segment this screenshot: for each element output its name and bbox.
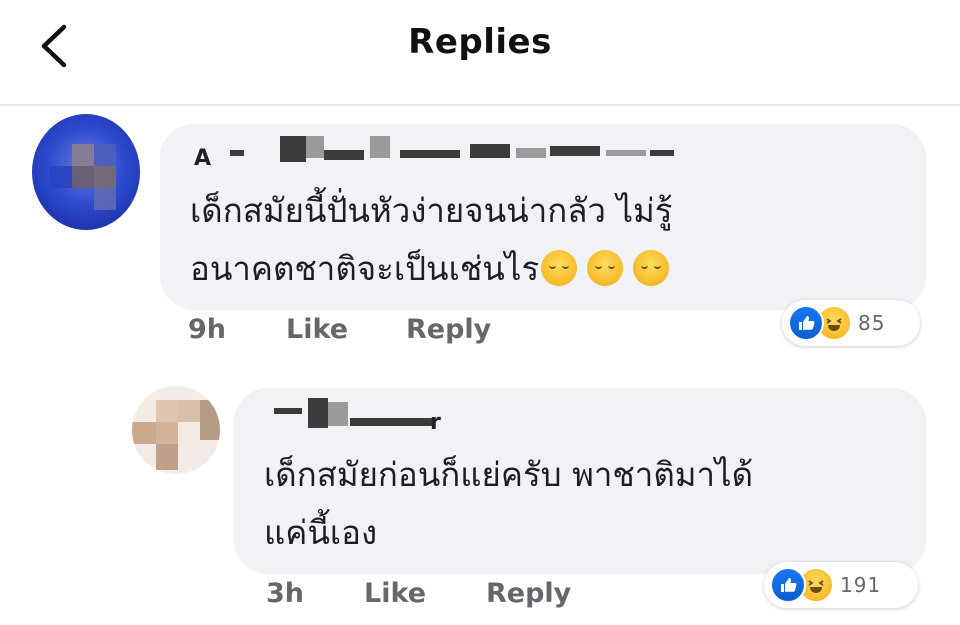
replies-screen: Replies A เด็กสมัยนี้ปั่นหัวง่ายจนน่ากลั… bbox=[0, 0, 960, 625]
comment-bubble[interactable]: r เด็กสมัยก่อนก็แย่ครับ พาชาติมาได้ แค่น… bbox=[234, 388, 926, 574]
comment-text: เด็กสมัยก่อนก็แย่ครับ พาชาติมาได้ แค่นี้… bbox=[264, 455, 754, 552]
pensive-emoji-icon bbox=[541, 250, 578, 286]
author-name[interactable]: A bbox=[194, 146, 211, 171]
like-reaction-icon bbox=[770, 567, 806, 603]
avatar[interactable] bbox=[132, 386, 220, 474]
like-button[interactable]: Like bbox=[364, 578, 426, 609]
reaction-count: 191 bbox=[840, 573, 882, 597]
pensive-emoji-icon bbox=[633, 250, 670, 286]
like-button[interactable]: Like bbox=[286, 314, 348, 345]
comment-bubble[interactable]: A เด็กสมัยนี้ปั่นหัวง่ายจนน่ากลัว ไม่รู้… bbox=[160, 124, 926, 310]
top-bar: Replies bbox=[0, 0, 960, 104]
author-name[interactable]: r bbox=[430, 410, 441, 435]
reply-button[interactable]: Reply bbox=[486, 578, 571, 609]
avatar[interactable] bbox=[32, 114, 140, 230]
header-divider bbox=[0, 104, 960, 106]
reaction-count: 85 bbox=[858, 311, 886, 335]
timestamp: 9h bbox=[188, 314, 227, 345]
like-reaction-icon bbox=[788, 305, 824, 341]
reply-button[interactable]: Reply bbox=[406, 314, 491, 345]
timestamp: 3h bbox=[266, 578, 305, 609]
reactions-summary[interactable]: 191 bbox=[764, 562, 918, 608]
page-title: Replies bbox=[408, 22, 552, 62]
pensive-emoji-icon bbox=[587, 250, 624, 286]
author-name-redacted bbox=[220, 132, 674, 162]
reactions-summary[interactable]: 85 bbox=[782, 300, 920, 346]
comment-text: เด็กสมัยนี้ปั่นหัวง่ายจนน่ากลัว ไม่รู้ อ… bbox=[190, 182, 673, 298]
